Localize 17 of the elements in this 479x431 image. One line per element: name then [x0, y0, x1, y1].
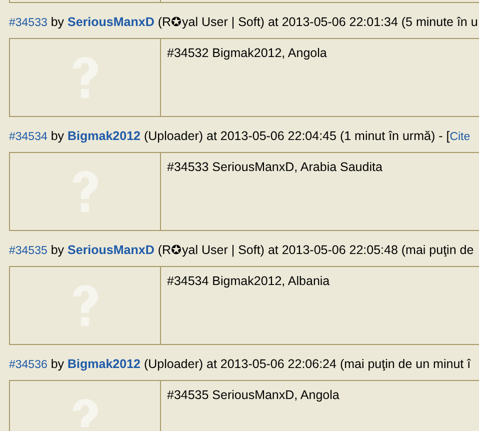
quote-link[interactable]: Cite: [450, 131, 470, 143]
post-text: #34534 Bigmak2012, Albania: [167, 274, 330, 288]
username-link[interactable]: SeriousManxD: [68, 15, 154, 29]
post-header: #34534 by Bigmak2012 (Uploader) at 2013-05-06 22:04:45 (1 minut în urmă) - [Cite: [8, 128, 472, 145]
post-link[interactable]: #34535: [9, 245, 48, 257]
post-header: #34535 by SeriousManxD (R✪yal User | Soft) at 2013-05-06 22:05:48 (mai puţin de: [8, 242, 475, 259]
username-link[interactable]: SeriousManxD: [68, 243, 154, 257]
post-text: #34532 Bigmak2012, Angola: [167, 46, 327, 60]
post-header: #34536 by Bigmak2012 (Uploader) at 2013-05-06 22:06:24 (mai puţin de un minut î: [8, 356, 472, 373]
post-text: #34533 SeriousManxD, Arabia Saudita: [167, 160, 382, 174]
post-header: #34533 by SeriousManxD (R✪yal User | Soft) at 2013-05-06 22:01:34 (5 minute în u: [8, 14, 479, 31]
username-link[interactable]: Bigmak2012: [68, 357, 140, 371]
post-link[interactable]: #34533: [9, 17, 48, 29]
post-link[interactable]: #34534: [9, 131, 48, 143]
post-link[interactable]: #34536: [9, 359, 48, 371]
post-text: #34535 SeriousManxD, Angola: [167, 388, 340, 402]
username-link[interactable]: Bigmak2012: [68, 129, 140, 143]
